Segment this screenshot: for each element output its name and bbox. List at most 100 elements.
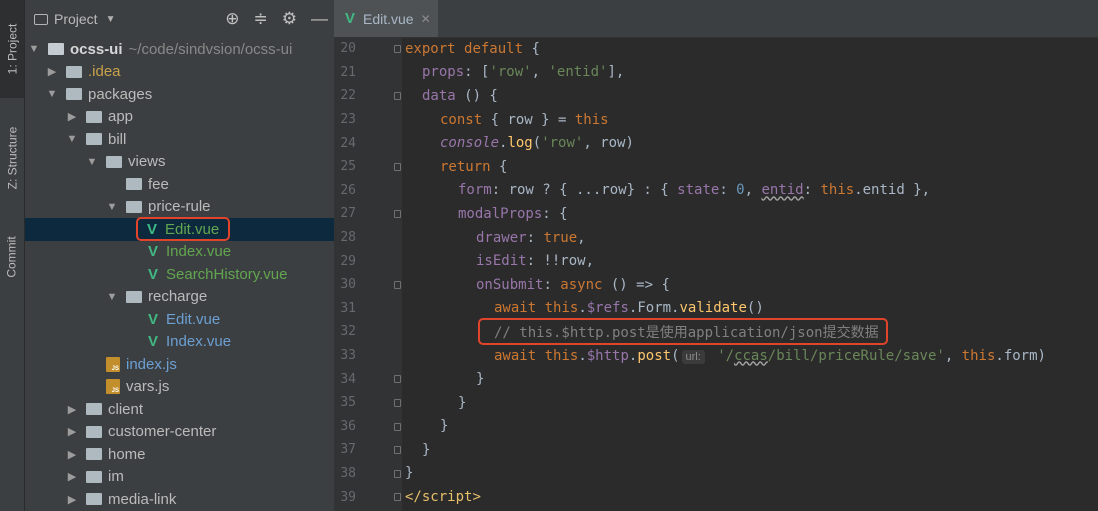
line-number: 39 bbox=[340, 489, 356, 505]
code-line-22: 22 data () { bbox=[334, 84, 1098, 108]
chevron-right-icon[interactable]: ▶ bbox=[66, 448, 78, 461]
tree-item-index-js[interactable]: index.js bbox=[25, 353, 334, 376]
tree-item-media-link[interactable]: ▶ media-link bbox=[25, 488, 334, 511]
fold-icon[interactable] bbox=[394, 92, 401, 101]
code-line-33: 33 await this.$http.post(url: '/ccas/bil… bbox=[334, 344, 1098, 368]
tree-item-customer-center[interactable]: ▶ customer-center bbox=[25, 421, 334, 444]
code-token: modalProps bbox=[458, 205, 543, 222]
code-token: export bbox=[405, 40, 456, 57]
code-line-30: 30 onSubmit: async () => { bbox=[334, 273, 1098, 297]
fold-icon[interactable] bbox=[394, 446, 401, 455]
code-token: { bbox=[490, 158, 508, 175]
chevron-right-icon[interactable]: ▶ bbox=[66, 470, 78, 483]
tree-item-packages[interactable]: ▼ packages bbox=[25, 83, 334, 106]
gear-icon[interactable]: ⚙ bbox=[282, 9, 297, 29]
fold-icon[interactable] bbox=[394, 469, 401, 478]
code-token: : bbox=[803, 182, 821, 199]
code-token: console bbox=[440, 135, 500, 152]
tree-item-vars-js[interactable]: vars.js bbox=[25, 376, 334, 399]
code-token: 'row' bbox=[489, 64, 532, 81]
close-icon[interactable]: ✕ bbox=[421, 12, 431, 26]
chevron-down-icon[interactable]: ▼ bbox=[106, 291, 118, 303]
line-number: 25 bbox=[340, 159, 356, 175]
chevron-down-icon[interactable]: ▼ bbox=[28, 43, 40, 55]
chevron-down-icon[interactable]: ▼ bbox=[86, 156, 98, 168]
line-number: 27 bbox=[340, 206, 356, 222]
chevron-down-icon[interactable]: ▼ bbox=[106, 201, 118, 213]
chevron-down-icon[interactable]: ▼ bbox=[66, 133, 78, 145]
chevron-down-icon[interactable]: ▼ bbox=[46, 88, 58, 100]
tree-item-im[interactable]: ▶ im bbox=[25, 466, 334, 489]
line-number: 23 bbox=[340, 112, 356, 128]
folder-icon bbox=[86, 403, 102, 416]
line-number: 26 bbox=[340, 182, 356, 198]
fold-icon[interactable] bbox=[394, 162, 401, 171]
tab-edit-vue[interactable]: V Edit.vue ✕ bbox=[334, 0, 438, 37]
chevron-right-icon[interactable]: ▶ bbox=[66, 493, 78, 506]
tree-item-fee[interactable]: ▶ fee bbox=[25, 173, 334, 196]
tree-item-searchhistory-vue[interactable]: V SearchHistory.vue bbox=[25, 263, 334, 286]
code-token: () bbox=[746, 300, 764, 317]
code-token: > bbox=[472, 489, 481, 506]
locate-icon[interactable]: ⊕ bbox=[225, 9, 239, 29]
tree-item-client[interactable]: ▶ client bbox=[25, 398, 334, 421]
code-token: 'entid' bbox=[548, 64, 608, 81]
parameter-hint: url: bbox=[681, 349, 705, 364]
fold-icon[interactable] bbox=[394, 422, 401, 431]
tree-item-views[interactable]: ▼ views bbox=[25, 151, 334, 174]
collapse-all-icon[interactable]: ≑ bbox=[254, 9, 268, 29]
code-token: post bbox=[637, 347, 672, 364]
code-token: } bbox=[422, 441, 431, 458]
code-token: : bbox=[526, 229, 544, 246]
code-line-37: 37 } bbox=[334, 438, 1098, 462]
chevron-right-icon[interactable]: ▶ bbox=[66, 425, 78, 438]
chevron-right-icon[interactable]: ▶ bbox=[66, 110, 78, 123]
tree-item-price-rule[interactable]: ▼ price-rule bbox=[25, 196, 334, 219]
tree-item-bill[interactable]: ▼ bill bbox=[25, 128, 334, 151]
tree-item-label: price-rule bbox=[148, 198, 211, 216]
fold-icon[interactable] bbox=[394, 45, 401, 53]
line-number: 28 bbox=[340, 230, 356, 246]
folder-icon bbox=[86, 493, 102, 506]
code-token: onSubmit bbox=[476, 276, 544, 293]
tree-item-ocss-ui[interactable]: ▼ ocss-ui ~/code/sindvsion/ocss-ui bbox=[25, 38, 334, 61]
tree-item-index-vue[interactable]: V Index.vue bbox=[25, 241, 334, 264]
fold-icon[interactable] bbox=[394, 493, 401, 502]
tree-item-recharge-index-vue[interactable]: V Index.vue bbox=[25, 331, 334, 354]
fold-icon[interactable] bbox=[394, 398, 401, 407]
code-token: this bbox=[961, 347, 996, 364]
tree-item-idea[interactable]: ▶ .idea bbox=[25, 61, 334, 84]
tree-item-recharge-edit-vue[interactable]: V Edit.vue bbox=[25, 308, 334, 331]
chevron-right-icon[interactable]: ▶ bbox=[46, 65, 58, 78]
folder-icon bbox=[66, 88, 82, 101]
project-tool-tab[interactable]: 1: Project bbox=[0, 0, 24, 98]
code-line-25: 25 return { bbox=[334, 155, 1098, 179]
tree-item-label: views bbox=[128, 153, 166, 171]
tree-item-label: index.js bbox=[126, 355, 177, 373]
chevron-down-icon[interactable]: ▼ bbox=[106, 14, 116, 25]
code-token: : { bbox=[542, 205, 568, 222]
tree-item-recharge[interactable]: ▼ recharge bbox=[25, 286, 334, 309]
folder-icon bbox=[86, 470, 102, 483]
tree-item-label: customer-center bbox=[108, 423, 217, 441]
tree-item-app[interactable]: ▶ app bbox=[25, 106, 334, 129]
fold-icon[interactable] bbox=[394, 210, 401, 219]
fold-icon[interactable] bbox=[394, 375, 401, 384]
code-token: () => { bbox=[602, 276, 670, 293]
commit-tool-tab[interactable]: Commit bbox=[0, 222, 24, 292]
hide-icon[interactable]: — bbox=[311, 9, 328, 29]
tree-item-home[interactable]: ▶ home bbox=[25, 443, 334, 466]
vue-file-icon: V bbox=[147, 310, 158, 328]
code-editor: V Edit.vue ✕ 20 export default { 21 prop… bbox=[334, 0, 1098, 511]
project-view-selector[interactable]: Project bbox=[54, 11, 98, 27]
code-area[interactable]: 20 export default { 21 props: ['row', 'e… bbox=[334, 37, 1098, 509]
code-token: } bbox=[458, 394, 467, 411]
line-number: 22 bbox=[340, 88, 356, 104]
tree-item-label: SearchHistory.vue bbox=[166, 265, 288, 283]
chevron-right-icon[interactable]: ▶ bbox=[66, 403, 78, 416]
fold-icon[interactable] bbox=[394, 280, 401, 289]
tree-item-edit-vue-selected[interactable]: V Edit.vue bbox=[25, 217, 334, 242]
code-token: this bbox=[574, 111, 609, 128]
tree-item-label: fee bbox=[148, 175, 169, 193]
structure-tool-tab[interactable]: Z: Structure bbox=[0, 108, 24, 208]
